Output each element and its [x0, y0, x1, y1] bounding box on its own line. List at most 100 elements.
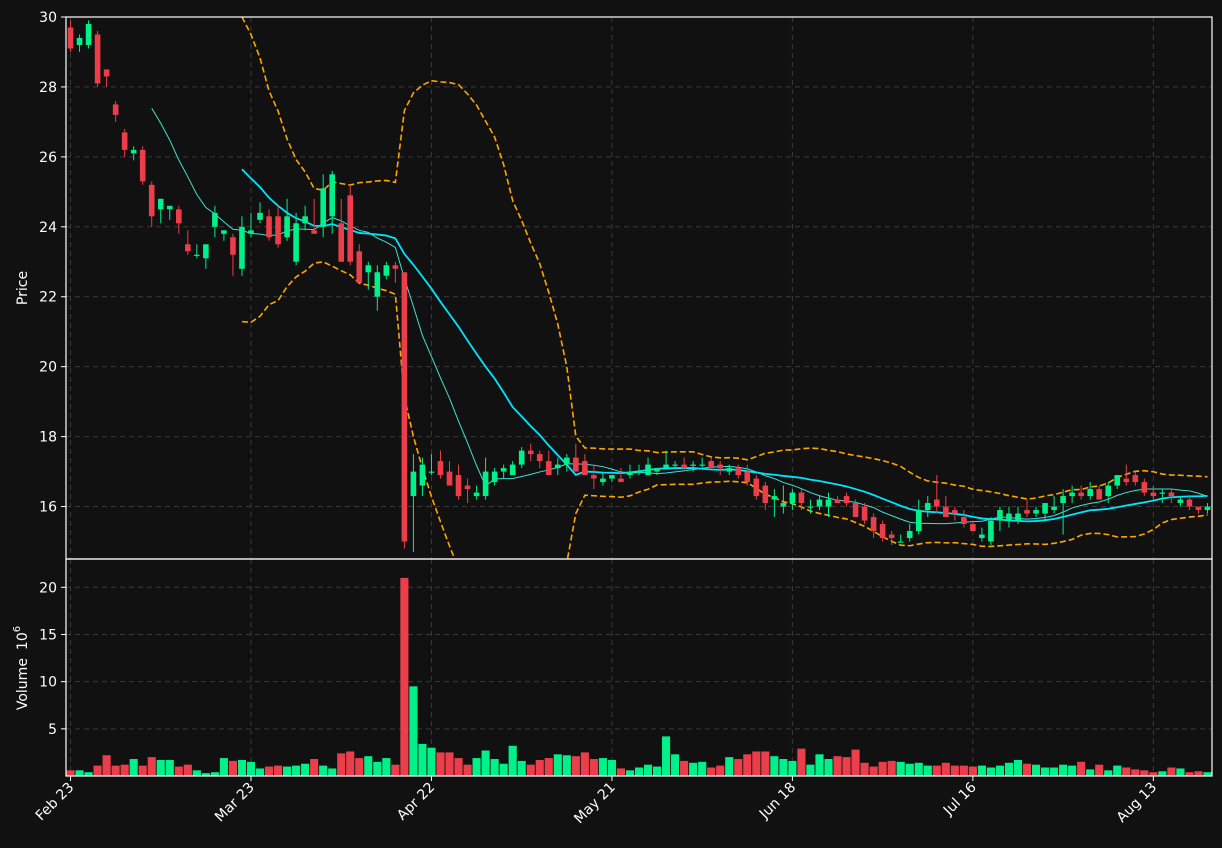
candle-body: [311, 230, 317, 234]
candle-body: [816, 499, 823, 507]
volume-bar: [662, 736, 671, 776]
volume-bar: [310, 759, 319, 776]
candle-body: [356, 251, 363, 283]
volume-bar: [833, 756, 842, 776]
candle-body: [509, 464, 516, 476]
volume-bar: [941, 762, 950, 776]
volume-bar: [490, 759, 499, 776]
volume-bar: [93, 765, 102, 776]
candle-body: [239, 226, 245, 269]
volume-bar: [725, 757, 734, 776]
volume-bar: [472, 758, 481, 776]
candle-body: [76, 37, 83, 45]
candle-body: [401, 272, 408, 542]
candle-body: [717, 464, 724, 469]
volume-axis-label: Volume 106: [12, 626, 31, 710]
candle-body: [545, 461, 552, 476]
volume-bar: [986, 767, 995, 776]
volume-bar: [797, 748, 806, 776]
volume-axis-label-exponent-base: 10: [15, 632, 31, 650]
volume-bar: [878, 761, 887, 776]
volume-bar: [355, 758, 364, 776]
price-tick-label: 28: [39, 80, 57, 96]
candle-body: [266, 216, 272, 238]
volume-bar: [959, 765, 968, 776]
candle-body: [970, 524, 976, 532]
volume-bar: [174, 766, 183, 776]
volume-bar: [535, 759, 544, 776]
candle-body: [961, 517, 967, 525]
candle-body: [645, 464, 651, 476]
candle-body: [1168, 492, 1175, 497]
candle-body: [997, 510, 1003, 521]
candle-body: [518, 450, 525, 465]
candle-body: [627, 471, 633, 476]
volume-bar: [887, 760, 896, 776]
candle-body: [410, 471, 417, 497]
volume-bar: [1158, 771, 1167, 776]
volume-bar: [192, 770, 201, 776]
volume-bar: [680, 760, 689, 776]
volume-bar: [544, 758, 553, 776]
volume-bar: [120, 764, 129, 776]
candle-body: [1078, 492, 1084, 497]
candle-body: [582, 461, 588, 476]
volume-bar: [607, 759, 616, 776]
candle-body: [121, 132, 128, 150]
volume-bar: [905, 763, 914, 776]
candle-body: [329, 174, 335, 217]
volume-bar: [400, 577, 409, 776]
candle-body: [1042, 503, 1048, 514]
candle-body: [1132, 475, 1139, 483]
volume-bar: [111, 765, 120, 776]
volume-bar: [860, 762, 869, 776]
volume-bar: [445, 752, 454, 776]
volume-bar: [337, 753, 346, 776]
volume-bar: [517, 760, 526, 776]
candle-body: [1195, 506, 1202, 511]
volume-bar: [995, 765, 1005, 776]
volume-bar: [138, 765, 147, 776]
candle-body: [1123, 478, 1130, 483]
volume-bar: [328, 768, 337, 776]
candle-body: [591, 475, 597, 479]
volume-bar: [779, 759, 788, 776]
volume-bar: [689, 762, 698, 776]
volume-bar: [553, 754, 562, 776]
candle-body: [1015, 513, 1021, 521]
volume-bar: [156, 759, 165, 776]
volume-bar: [770, 756, 779, 776]
volume-tick-label: 20: [39, 580, 57, 596]
volume-bar: [382, 758, 391, 776]
candle-body: [663, 464, 669, 469]
candle-body: [139, 149, 146, 182]
candle-body: [636, 471, 642, 473]
volume-bar: [788, 760, 797, 776]
price-axis-label: Price: [15, 271, 31, 305]
volume-bar: [463, 764, 472, 776]
candle-body: [1096, 489, 1103, 500]
candle-body: [527, 450, 534, 455]
volume-bar: [671, 754, 680, 776]
volume-bar: [219, 758, 228, 776]
candle-body: [672, 464, 678, 466]
candle-body: [347, 195, 354, 262]
price-tick-label: 24: [39, 220, 57, 236]
candle-body: [248, 230, 254, 234]
candle-body: [473, 492, 480, 497]
candle-body: [1186, 499, 1193, 507]
volume-bar: [1041, 767, 1050, 776]
volume-bar: [66, 770, 75, 776]
candle-body: [392, 265, 399, 269]
volume-bar: [364, 756, 373, 776]
volume-bar: [598, 758, 607, 776]
candle-body: [1051, 506, 1057, 511]
volume-bar: [1131, 769, 1140, 776]
volume-bar: [147, 757, 156, 776]
candle-body: [103, 69, 110, 77]
candle-body: [798, 492, 805, 504]
candle-body: [1150, 492, 1157, 497]
volume-bar: [454, 758, 463, 776]
volume-bar: [75, 770, 84, 776]
candle-body: [221, 230, 227, 234]
